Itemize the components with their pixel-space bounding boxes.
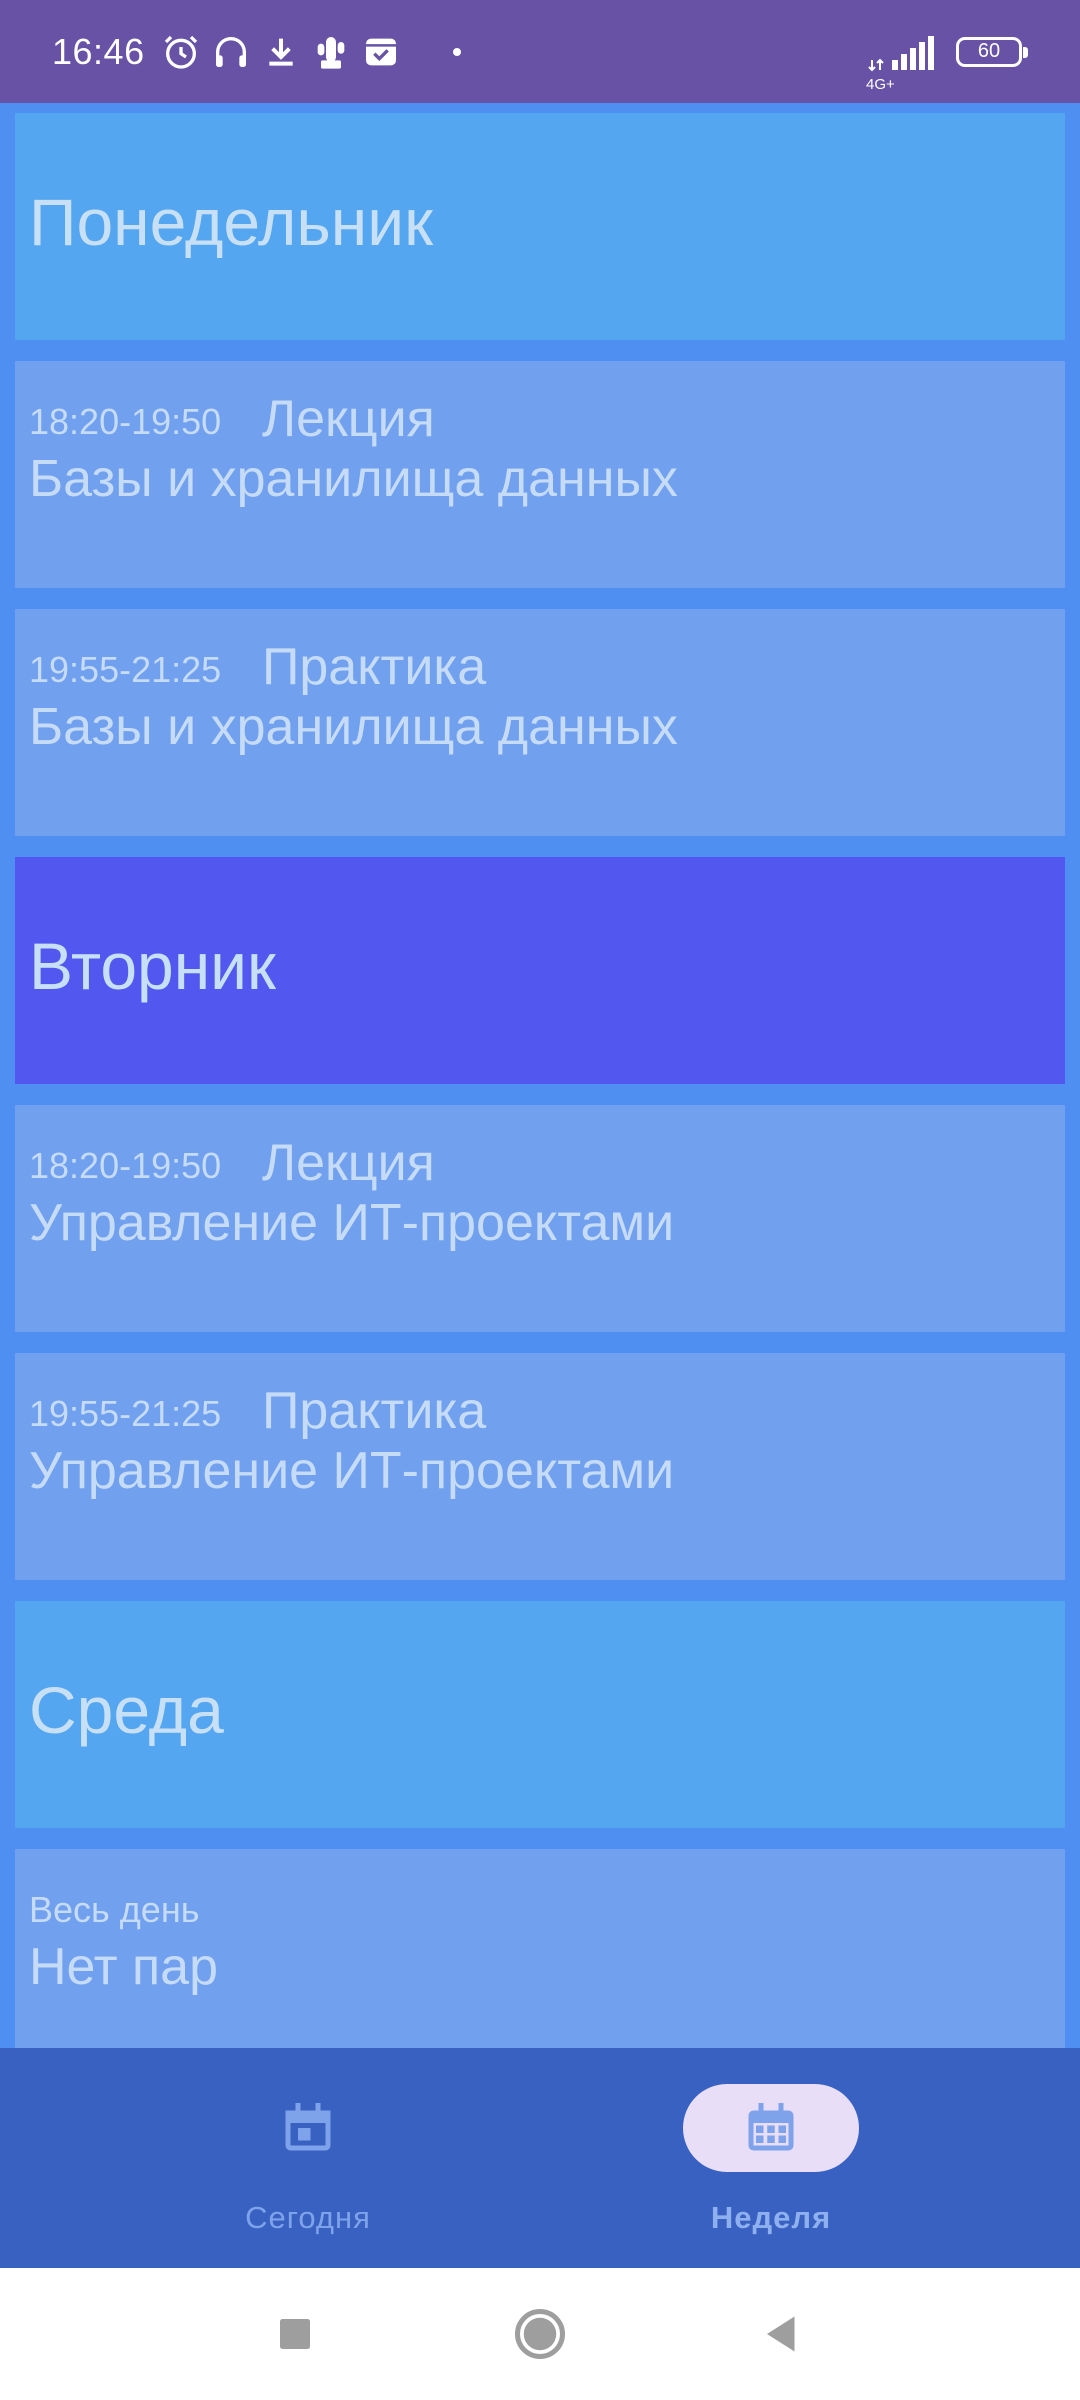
day-header-monday[interactable]: Понедельник — [15, 113, 1065, 340]
schedule-list[interactable]: Понедельник 18:20-19:50 Лекция Базы и хр… — [15, 103, 1065, 2048]
day-title: Среда — [29, 1673, 224, 1747]
notification-dot — [452, 47, 461, 56]
back-button[interactable] — [752, 2304, 812, 2364]
nav-label-today: Сегодня — [245, 2200, 371, 2235]
class-subject: Управление ИТ-проектами — [29, 1442, 675, 1500]
battery-level: 60 — [977, 40, 1001, 62]
class-card[interactable]: 19:55-21:25 Практика Управление ИТ-проек… — [15, 1353, 1065, 1580]
triangle-back-icon — [767, 2316, 795, 2352]
class-card[interactable]: 18:20-19:50 Лекция Базы и хранилища данн… — [15, 361, 1065, 588]
nav-item-today[interactable]: Сегодня — [158, 2048, 458, 2268]
nav-today-indicator — [220, 2084, 396, 2172]
mail-check-icon — [361, 32, 401, 72]
class-card[interactable]: 19:55-21:25 Практика Базы и хранилища да… — [15, 609, 1065, 836]
nav-label-week: Неделя — [710, 2200, 832, 2235]
status-bar: 16:46 4G+ 60 — [0, 0, 1080, 103]
day-header-tuesday[interactable]: Вторник — [15, 857, 1065, 1084]
class-subject: Управление ИТ-проектами — [29, 1194, 675, 1252]
signal-icon: 4G+ — [866, 32, 940, 93]
day-title: Вторник — [29, 929, 276, 1003]
circle-icon — [515, 2309, 565, 2359]
recents-button[interactable] — [265, 2304, 325, 2364]
headphones-icon — [211, 32, 251, 72]
battery-icon: 60 — [956, 36, 1028, 67]
calendar-today-icon — [285, 2103, 331, 2151]
status-left: 16:46 — [52, 0, 461, 103]
download-icon — [261, 32, 301, 72]
class-kind: Лекция — [262, 1134, 435, 1192]
home-button[interactable] — [510, 2304, 570, 2364]
square-icon — [280, 2319, 310, 2349]
class-time: 18:20-19:50 — [29, 401, 222, 442]
class-card[interactable]: Весь день Нет пар — [15, 1849, 1065, 2048]
class-time: 19:55-21:25 — [29, 649, 222, 690]
class-time: 18:20-19:50 — [29, 1145, 222, 1186]
class-time: Весь день — [29, 1889, 200, 1930]
bottom-navigation: Сегодня Неделя — [0, 2048, 1080, 2268]
calendar-week-icon — [748, 2103, 794, 2151]
system-navigation — [0, 2268, 1080, 2400]
alarm-icon — [161, 32, 201, 72]
class-subject: Базы и хранилища данных — [29, 450, 678, 508]
class-kind: Лекция — [262, 390, 435, 448]
class-kind: Практика — [262, 638, 487, 696]
nav-week-indicator — [683, 2084, 859, 2172]
day-header-wednesday[interactable]: Среда — [15, 1601, 1065, 1828]
class-subject: Базы и хранилища данных — [29, 698, 678, 756]
day-title: Понедельник — [29, 185, 433, 259]
clock: 16:46 — [52, 30, 145, 72]
class-card[interactable]: 18:20-19:50 Лекция Управление ИТ-проекта… — [15, 1105, 1065, 1332]
class-subject: Нет пар — [29, 1938, 219, 1996]
status-right: 4G+ 60 — [866, 0, 1028, 103]
nav-item-week[interactable]: Неделя — [621, 2048, 921, 2268]
network-type: 4G+ — [866, 75, 895, 93]
class-time: 19:55-21:25 — [29, 1393, 222, 1434]
cactus-icon — [311, 32, 351, 72]
class-kind: Практика — [262, 1382, 487, 1440]
